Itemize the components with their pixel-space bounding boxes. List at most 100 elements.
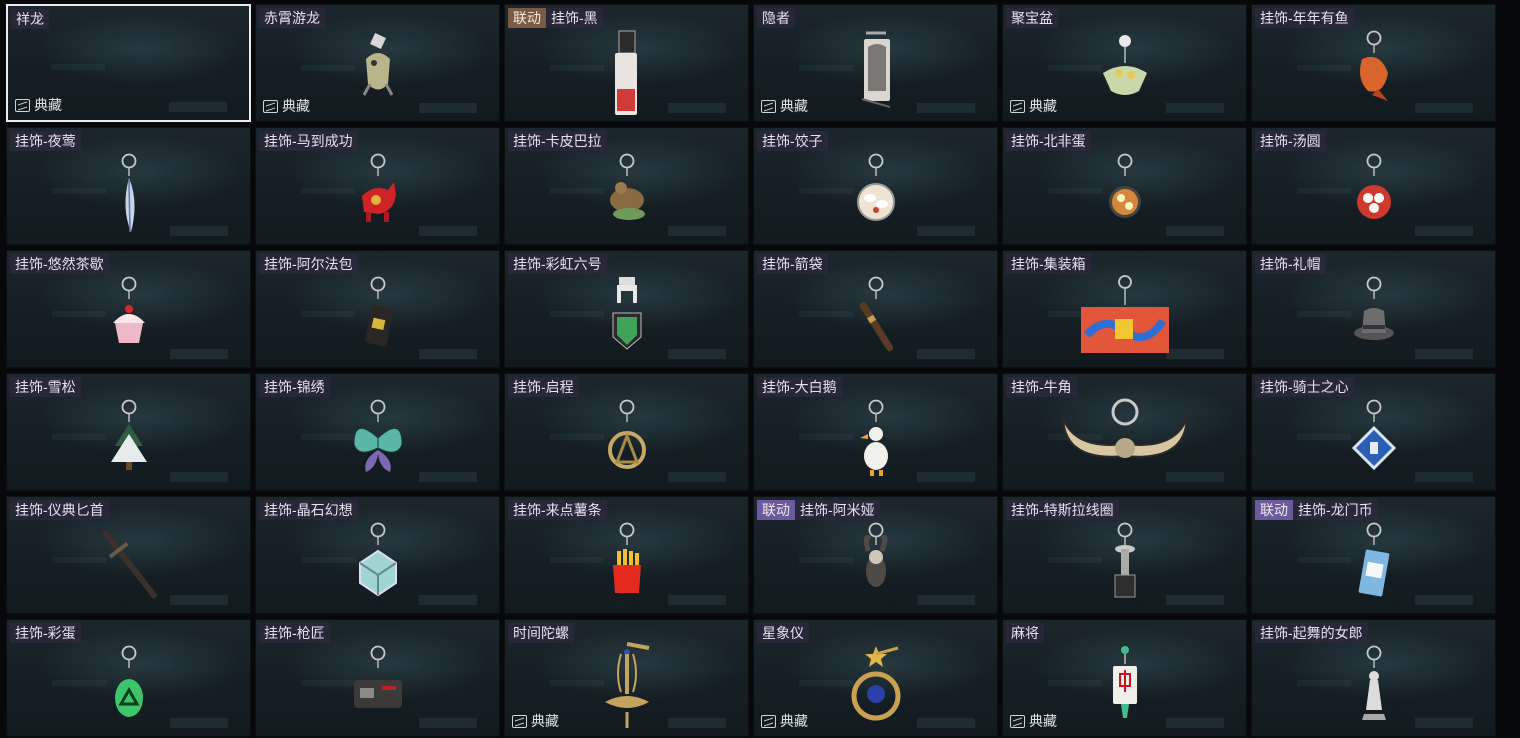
bag-icon <box>348 275 408 361</box>
charm-card[interactable]: 挂饰-启程 <box>504 373 749 491</box>
charm-card[interactable]: 挂饰-大白鹅 <box>753 373 998 491</box>
dancer-statue-icon <box>1344 644 1404 730</box>
charm-card[interactable]: 挂饰-骑士之心 <box>1251 373 1496 491</box>
charm-card[interactable]: 挂饰-枪匠 <box>255 619 500 737</box>
charm-card[interactable]: 挂饰-起舞的女郎 <box>1251 619 1496 737</box>
charm-card[interactable]: 挂饰-卡皮巴拉 <box>504 127 749 245</box>
charm-card[interactable]: 联动 挂饰-龙门币 <box>1251 496 1496 614</box>
tesla-coil-icon <box>1095 521 1155 607</box>
charm-card[interactable]: 赤霄游龙典藏 <box>255 4 500 122</box>
charm-name: 挂饰-饺子 <box>757 131 828 151</box>
charm-card[interactable]: 挂饰-锦绣 <box>255 373 500 491</box>
charm-title: 挂饰-汤圆 <box>1255 131 1326 151</box>
charm-title: 挂饰-特斯拉线圈 <box>1006 500 1119 520</box>
cupcake-icon <box>99 275 159 361</box>
charm-card[interactable]: 挂饰-牛角 <box>1002 373 1247 491</box>
pine-tree-icon <box>99 398 159 484</box>
bunny-figure-icon <box>846 521 906 607</box>
charm-grid: 祥龙 典藏 赤霄游龙 典藏 联动 挂饰-黑 隐者 典藏 聚宝盆 典藏 挂饰-年年有鱼 挂饰-夜莺 挂饰-… <box>6 4 1496 737</box>
charm-card[interactable]: 挂饰-悠然茶歇 <box>6 250 251 368</box>
butterfly-icon <box>348 398 408 484</box>
charm-name: 挂饰-枪匠 <box>259 623 330 643</box>
charm-title: 挂饰-彩虹六号 <box>508 254 607 274</box>
charm-card[interactable]: 挂饰-北非蛋 <box>1002 127 1247 245</box>
collection-text: 典藏 <box>282 98 310 114</box>
charm-title: 挂饰-阿尔法包 <box>259 254 358 274</box>
collection-icon <box>512 714 527 728</box>
goose-icon <box>846 398 906 484</box>
charm-card[interactable]: 挂饰-箭袋 <box>753 250 998 368</box>
dragon-figure-icon <box>348 29 408 115</box>
charm-card[interactable]: 麻将 典藏 <box>1002 619 1247 737</box>
charm-name: 挂饰-锦绣 <box>259 377 330 397</box>
collection-label: 典藏 <box>1010 711 1057 731</box>
collection-text: 典藏 <box>34 97 62 113</box>
charm-card[interactable]: 挂饰-集装箱 <box>1002 250 1247 368</box>
charm-card[interactable]: 联动 挂饰-黑 <box>504 4 749 122</box>
charm-name: 挂饰-牛角 <box>1006 377 1077 397</box>
charm-title: 挂饰-北非蛋 <box>1006 131 1091 151</box>
charm-name: 赤霄游龙 <box>259 8 325 28</box>
horse-icon <box>348 152 408 238</box>
collection-text: 典藏 <box>531 713 559 729</box>
charm-title: 挂饰-牛角 <box>1006 377 1077 397</box>
charm-name: 挂饰-阿米娅 <box>795 500 880 520</box>
charm-card[interactable]: 挂饰-汤圆 <box>1251 127 1496 245</box>
charm-title: 挂饰-锦绣 <box>259 377 330 397</box>
charm-name: 挂饰-马到成功 <box>259 131 358 151</box>
charm-card[interactable]: 挂饰-彩虹六号 <box>504 250 749 368</box>
charm-card[interactable]: 挂饰-仪典匕首 <box>6 496 251 614</box>
charm-card[interactable]: 挂饰-彩蛋 <box>6 619 251 737</box>
charm-card[interactable]: 挂饰-年年有鱼 <box>1251 4 1496 122</box>
charm-card[interactable]: 挂饰-雪松 <box>6 373 251 491</box>
charm-card[interactable]: 挂饰-马到成功 <box>255 127 500 245</box>
charm-name: 挂饰-悠然茶歇 <box>10 254 109 274</box>
charm-name: 聚宝盆 <box>1006 8 1058 28</box>
charm-title: 挂饰-马到成功 <box>259 131 358 151</box>
collection-icon <box>263 99 278 113</box>
charm-title: 挂饰-起舞的女郎 <box>1255 623 1368 643</box>
fish-icon <box>1344 29 1404 115</box>
charm-card[interactable]: 时间陀螺 典藏 <box>504 619 749 737</box>
charm-title: 联动 挂饰-龙门币 <box>1255 500 1378 520</box>
collection-label: 典藏 <box>15 95 62 115</box>
collection-label: 典藏 <box>761 96 808 116</box>
charm-card[interactable]: 祥龙 典藏 <box>6 4 251 122</box>
tangyuan-bowl-icon <box>1344 152 1404 238</box>
collab-badge: 联动 <box>757 500 795 520</box>
charm-card[interactable]: 挂饰-来点薯条 <box>504 496 749 614</box>
charm-card[interactable]: 挂饰-特斯拉线圈 <box>1002 496 1247 614</box>
collection-icon <box>761 714 776 728</box>
charm-name: 挂饰-年年有鱼 <box>1255 8 1354 28</box>
charm-card[interactable]: 挂饰-阿尔法包 <box>255 250 500 368</box>
charm-name: 隐者 <box>757 8 795 28</box>
collection-text: 典藏 <box>1029 713 1057 729</box>
coin-card-icon <box>1344 521 1404 607</box>
charm-title: 挂饰-雪松 <box>10 377 81 397</box>
charm-card[interactable]: 挂饰-晶石幻想 <box>255 496 500 614</box>
charm-name: 挂饰-卡皮巴拉 <box>508 131 607 151</box>
charm-name: 挂饰-骑士之心 <box>1255 377 1354 397</box>
tag-charm-icon <box>597 29 657 115</box>
charm-title: 联动 挂饰-阿米娅 <box>757 500 880 520</box>
charm-name: 挂饰-汤圆 <box>1255 131 1326 151</box>
rainbow-six-icon <box>597 275 657 361</box>
charm-card[interactable]: 隐者典藏 <box>753 4 998 122</box>
charm-card[interactable]: 挂饰-礼帽 <box>1251 250 1496 368</box>
container-icon <box>1080 275 1169 361</box>
dumpling-plate-icon <box>846 152 906 238</box>
charm-card[interactable]: 聚宝盆 典藏 <box>1002 4 1247 122</box>
egg-icon <box>99 644 159 730</box>
collection-icon <box>15 98 30 112</box>
charm-name: 星象仪 <box>757 623 809 643</box>
collection-icon <box>761 99 776 113</box>
charm-card[interactable]: 挂饰-夜莺 <box>6 127 251 245</box>
charm-card[interactable]: 联动 挂饰-阿米娅 <box>753 496 998 614</box>
charm-card[interactable]: 挂饰-饺子 <box>753 127 998 245</box>
charm-card[interactable]: 星象仪 典藏 <box>753 619 998 737</box>
charm-title: 赤霄游龙 <box>259 8 325 28</box>
collection-label: 典藏 <box>761 711 808 731</box>
charm-name: 挂饰-龙门币 <box>1293 500 1378 520</box>
charm-title: 挂饰-启程 <box>508 377 579 397</box>
charm-name: 挂饰-黑 <box>546 8 603 28</box>
